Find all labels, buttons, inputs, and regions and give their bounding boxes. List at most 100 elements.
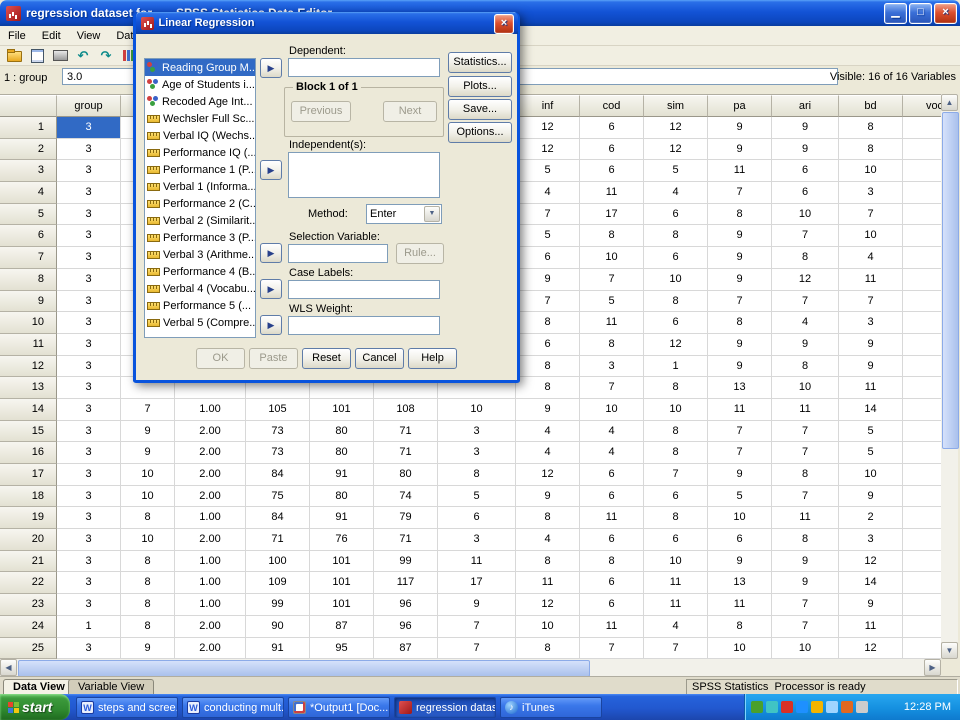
cell[interactable] <box>903 399 941 421</box>
cell[interactable]: 3 <box>57 594 121 616</box>
next-button[interactable]: Next <box>383 101 437 122</box>
cell[interactable] <box>903 594 941 616</box>
cell[interactable]: 10 <box>121 486 175 508</box>
cell[interactable] <box>903 551 941 573</box>
cell[interactable]: 10 <box>580 247 644 269</box>
cell[interactable]: 1 <box>57 616 121 638</box>
menu-view[interactable]: View <box>69 27 109 45</box>
cell[interactable]: 3 <box>57 334 121 356</box>
cell[interactable]: 2.00 <box>175 442 246 464</box>
row-header[interactable]: 24 <box>0 616 57 638</box>
cell[interactable]: 108 <box>374 399 438 421</box>
cell[interactable]: 10 <box>580 399 644 421</box>
help-button[interactable]: Help <box>408 348 457 369</box>
cell[interactable]: 1 <box>644 356 708 378</box>
paste-button[interactable]: Paste <box>249 348 298 369</box>
row-header[interactable]: 22 <box>0 572 57 594</box>
cell[interactable] <box>903 464 941 486</box>
row-header[interactable]: 3 <box>0 160 57 182</box>
cell[interactable]: 3 <box>57 356 121 378</box>
taskbar-item[interactable]: Wconducting mult... <box>182 697 284 718</box>
cell[interactable]: 87 <box>374 638 438 659</box>
cell[interactable] <box>903 572 941 594</box>
column-header-sim[interactable]: sim <box>644 95 708 117</box>
cell[interactable]: 101 <box>310 594 374 616</box>
variable-item[interactable]: Verbal 5 (Compre... <box>145 314 255 331</box>
column-header-bd[interactable]: bd <box>839 95 903 117</box>
independents-arrow-button[interactable]: ▶ <box>260 160 282 180</box>
tab-data-view[interactable]: Data View <box>3 679 75 695</box>
cell[interactable]: 11 <box>839 377 903 399</box>
cell[interactable]: 8 <box>772 464 839 486</box>
cell[interactable]: 9 <box>708 225 772 247</box>
cell[interactable]: 80 <box>310 442 374 464</box>
cell[interactable]: 8 <box>121 594 175 616</box>
cell[interactable]: 3 <box>57 529 121 551</box>
cell[interactable]: 9 <box>438 594 516 616</box>
cell[interactable]: 11 <box>839 269 903 291</box>
cell[interactable]: 10 <box>839 464 903 486</box>
wls-arrow-button[interactable]: ▶ <box>260 315 282 335</box>
cell[interactable]: 91 <box>310 464 374 486</box>
variable-item[interactable]: Verbal 2 (Similarit... <box>145 212 255 229</box>
reset-button[interactable]: Reset <box>302 348 351 369</box>
undo-icon[interactable]: ↶ <box>72 47 94 65</box>
cell[interactable]: 8 <box>772 247 839 269</box>
taskbar-item[interactable]: ♪iTunes <box>500 697 602 718</box>
cell[interactable]: 6 <box>516 247 580 269</box>
cell[interactable]: 7 <box>772 225 839 247</box>
cell[interactable]: 3 <box>57 139 121 161</box>
tray-icon-4[interactable] <box>796 701 808 713</box>
case-labels-field[interactable] <box>288 280 440 299</box>
cell[interactable]: 80 <box>310 486 374 508</box>
row-header[interactable]: 16 <box>0 442 57 464</box>
cell[interactable]: 109 <box>246 572 310 594</box>
cell[interactable]: 101 <box>310 399 374 421</box>
cell[interactable]: 12 <box>839 551 903 573</box>
row-header[interactable]: 6 <box>0 225 57 247</box>
cell[interactable]: 9 <box>516 486 580 508</box>
row-header[interactable]: 18 <box>0 486 57 508</box>
cell[interactable]: 10 <box>772 377 839 399</box>
row-header[interactable]: 2 <box>0 139 57 161</box>
cell[interactable]: 12 <box>516 464 580 486</box>
cell[interactable]: 80 <box>374 464 438 486</box>
cell[interactable]: 8 <box>516 551 580 573</box>
cell[interactable]: 3 <box>57 182 121 204</box>
cell[interactable]: 5 <box>580 291 644 313</box>
cell[interactable] <box>903 507 941 529</box>
cell[interactable]: 11 <box>644 594 708 616</box>
cell[interactable]: 9 <box>839 356 903 378</box>
cell[interactable]: 17 <box>438 572 516 594</box>
cell[interactable]: 8 <box>121 616 175 638</box>
cell[interactable]: 3 <box>57 638 121 659</box>
cell[interactable]: 74 <box>374 486 438 508</box>
vertical-scrollbar-thumb[interactable] <box>942 112 959 449</box>
cell[interactable]: 9 <box>708 334 772 356</box>
dialog-close-button[interactable]: × <box>494 14 514 34</box>
cell[interactable]: 8 <box>839 117 903 139</box>
cell[interactable] <box>903 139 941 161</box>
selection-variable-field[interactable] <box>288 244 388 263</box>
cell[interactable]: 101 <box>310 551 374 573</box>
cell[interactable]: 8 <box>772 356 839 378</box>
cell[interactable]: 11 <box>580 507 644 529</box>
cell[interactable]: 12 <box>772 269 839 291</box>
cell[interactable]: 12 <box>644 117 708 139</box>
cell[interactable]: 5 <box>516 225 580 247</box>
menu-edit[interactable]: Edit <box>34 27 69 45</box>
tray-icon-6[interactable] <box>826 701 838 713</box>
cell[interactable]: 3 <box>57 421 121 443</box>
variable-item[interactable]: Verbal 1 (Informa... <box>145 178 255 195</box>
cell[interactable]: 9 <box>708 247 772 269</box>
cell[interactable]: 11 <box>644 572 708 594</box>
cell[interactable]: 6 <box>644 486 708 508</box>
cell[interactable]: 8 <box>438 464 516 486</box>
chevron-down-icon[interactable]: ▼ <box>424 206 440 222</box>
cell[interactable]: 91 <box>246 638 310 659</box>
print-icon[interactable] <box>49 47 71 65</box>
cell[interactable]: 8 <box>708 312 772 334</box>
cell[interactable]: 73 <box>246 421 310 443</box>
cell[interactable]: 10 <box>839 225 903 247</box>
previous-button[interactable]: Previous <box>291 101 351 122</box>
